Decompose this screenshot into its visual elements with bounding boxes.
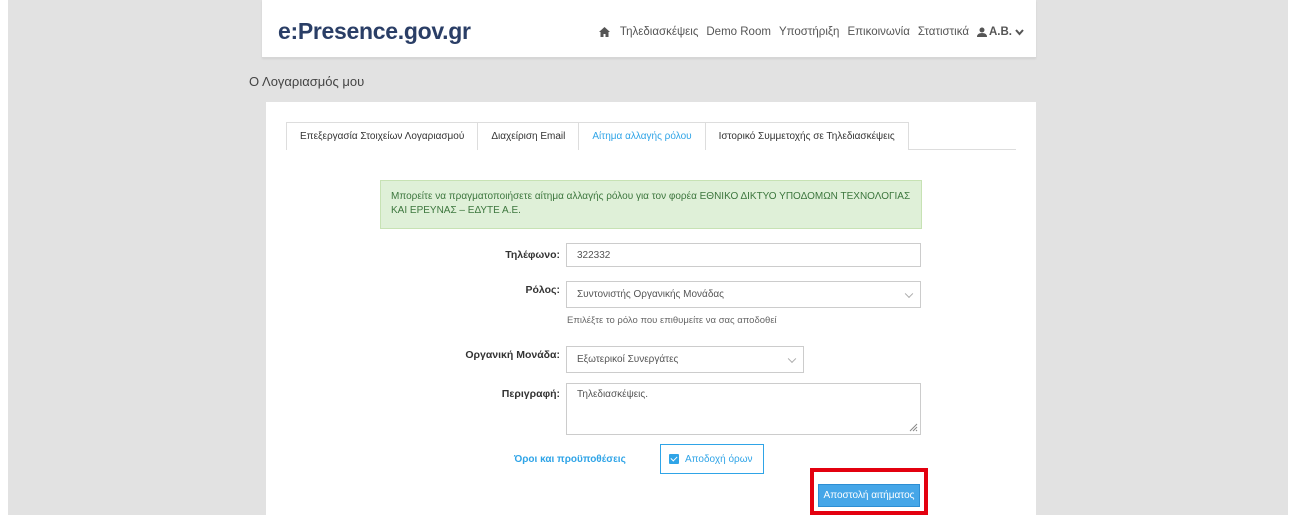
phone-label: Τηλέφωνο: xyxy=(505,249,560,261)
tab-email-management[interactable]: Διαχείριση Email xyxy=(478,122,580,150)
user-icon xyxy=(977,27,987,37)
account-tabs: Επεξεργασία Στοιχείων Λογαριασμού Διαχεί… xyxy=(286,122,1016,150)
logo-text: :Presence.gov.gr xyxy=(290,18,471,44)
role-label: Ρόλος: xyxy=(525,284,561,296)
description-textarea[interactable]: Τηλεδιασκέψεις. xyxy=(566,383,921,435)
nav-link-statistics[interactable]: Στατιστικά xyxy=(918,26,969,38)
chevron-down-icon xyxy=(787,354,797,363)
account-panel: Επεξεργασία Στοιχείων Λογαριασμού Διαχεί… xyxy=(266,102,1036,515)
role-select[interactable]: Συντονιστής Οργανικής Μονάδας xyxy=(566,281,921,308)
terms-link[interactable]: Όροι και προϋποθέσεις xyxy=(514,454,626,465)
phone-field[interactable]: 322332 xyxy=(566,243,921,267)
role-selected-value: Συντονιστής Οργανικής Μονάδας xyxy=(577,289,724,300)
tab-role-change-request[interactable]: Αίτημα αλλαγής ρόλου xyxy=(579,122,706,150)
org-unit-label: Οργανική Μονάδα: xyxy=(465,349,560,361)
accept-terms-label: Αποδοχή όρων xyxy=(685,453,753,465)
user-name: Α.Β. xyxy=(989,26,1012,38)
checkbox-checked-icon xyxy=(669,454,679,464)
page-title: Ο Λογαριασμός μου xyxy=(249,74,365,89)
tab-participation-history[interactable]: Ιστορικό Συμμετοχής σε Τηλεδιασκέψεις xyxy=(705,122,909,150)
site-logo[interactable]: e:Presence.gov.gr xyxy=(278,18,471,45)
role-help-text: Επιλέξτε το ρόλο που επιθυμείτε να σας α… xyxy=(567,315,777,326)
nav-links: Τηλεδιασκέψεις Demo Room Υποστήριξη Επικ… xyxy=(598,26,1026,38)
top-navbar: e:Presence.gov.gr Τηλεδιασκέψεις Demo Ro… xyxy=(262,0,1036,58)
accept-terms-checkbox[interactable]: Αποδοχή όρων xyxy=(660,444,764,474)
submit-request-button[interactable]: Αποστολή αιτήματος xyxy=(818,484,920,507)
description-value: Τηλεδιασκέψεις. xyxy=(577,389,649,400)
home-icon[interactable] xyxy=(598,27,610,37)
user-menu[interactable]: Α.Β. xyxy=(977,26,1026,38)
nav-link-contact[interactable]: Επικοινωνία xyxy=(847,26,909,38)
resize-grip-icon[interactable] xyxy=(909,423,918,432)
tab-edit-account[interactable]: Επεξεργασία Στοιχείων Λογαριασμού xyxy=(286,122,479,150)
chevron-down-icon xyxy=(904,289,914,298)
org-unit-selected-value: Εξωτερικοί Συνεργάτες xyxy=(577,354,679,365)
org-unit-select[interactable]: Εξωτερικοί Συνεργάτες xyxy=(566,346,804,373)
nav-link-conferences[interactable]: Τηλεδιασκέψεις xyxy=(620,26,698,38)
nav-link-support[interactable]: Υποστήριξη xyxy=(779,26,840,38)
info-alert: Μπορείτε να πραγματοποιήσετε αίτημα αλλα… xyxy=(380,180,922,229)
logo-prefix: e xyxy=(278,18,291,44)
chevron-down-icon xyxy=(1015,28,1024,36)
description-label: Περιγραφή: xyxy=(501,388,560,400)
nav-link-demo-room[interactable]: Demo Room xyxy=(706,26,771,38)
